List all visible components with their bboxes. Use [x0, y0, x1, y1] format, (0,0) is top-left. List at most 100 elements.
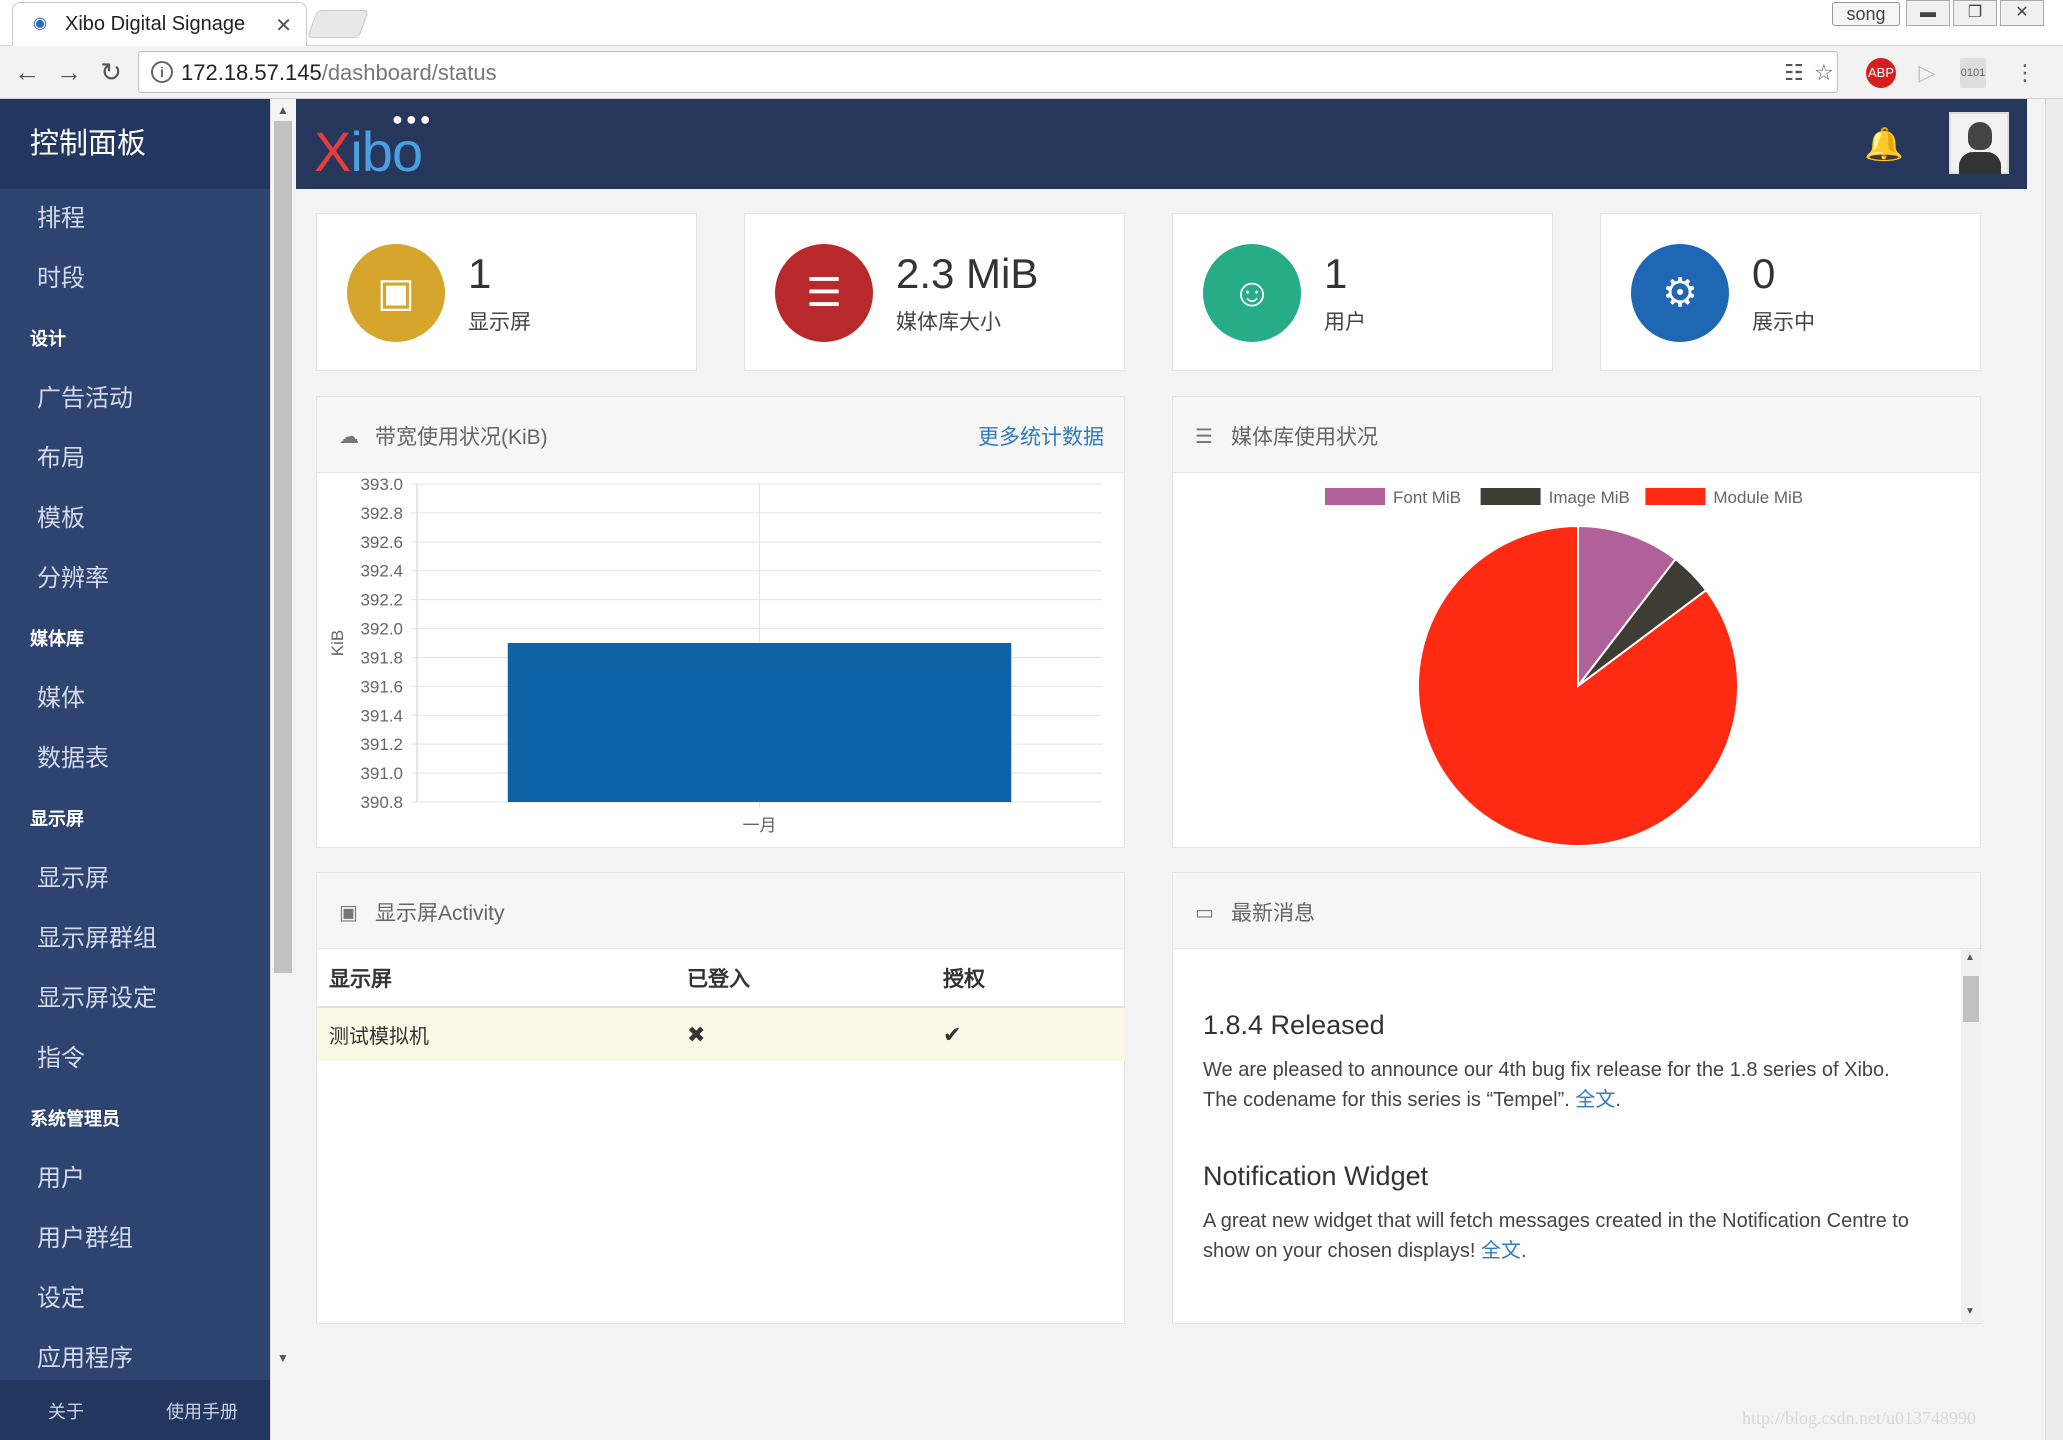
y-tick-label: 391.8	[360, 648, 403, 667]
panel-header: ☰ 媒体库使用状况	[1173, 397, 1980, 473]
server-icon: ☰	[775, 244, 873, 342]
legend-swatch	[1645, 488, 1706, 505]
y-tick-label: 392.6	[360, 533, 403, 552]
panel-title: 显示屏Activity	[375, 902, 505, 925]
column-header-authorised[interactable]: 授权	[931, 949, 1125, 1008]
stat-label: 展示中	[1752, 311, 1815, 334]
sidebar-item-resolutions[interactable]: 分辨率	[0, 549, 270, 609]
read-more-link[interactable]: 全文	[1575, 1089, 1615, 1111]
sidebar-scrollbar[interactable]: ▲ ▼	[270, 99, 294, 1440]
reload-icon[interactable]: ↻	[94, 55, 128, 89]
binary-extension-icon[interactable]: 0101	[1960, 58, 1986, 88]
adblock-icon[interactable]: ABP	[1866, 58, 1896, 88]
library-usage-panel: ☰ 媒体库使用状况 Font MiB Image MiB Module MiB	[1172, 396, 1981, 848]
legend-swatch	[1325, 488, 1385, 505]
news-title: 1.8.4 Released	[1203, 1010, 1385, 1040]
bandwidth-bar-chart: 393.0 392.8 392.6 392.4 392.2 392.0 391.8 391.6…	[328, 475, 1102, 835]
sidebar-section-design: 设计	[30, 329, 66, 349]
sidebar-item-dayparting[interactable]: 时段	[0, 249, 270, 309]
stat-value: 0	[1752, 250, 1776, 297]
cast-icon[interactable]: ▷	[1912, 58, 1942, 88]
panel-title: 最新消息	[1231, 902, 1315, 925]
column-header-logged-in[interactable]: 已登入	[675, 949, 931, 1008]
xibo-logo[interactable]: Xibo ●●●	[314, 109, 431, 184]
back-icon[interactable]: ←	[10, 55, 44, 89]
more-stats-link[interactable]: 更多统计数据	[978, 421, 1104, 451]
translate-icon[interactable]: ☷	[1784, 60, 1804, 86]
stat-card-library-size: ☰ 2.3 MiB 媒体库大小	[744, 213, 1125, 371]
sidebar-item-commands[interactable]: 指令	[0, 1029, 270, 1089]
sidebar-item-users[interactable]: 用户	[0, 1149, 270, 1209]
info-icon[interactable]: i	[151, 61, 173, 83]
sidebar-item-templates[interactable]: 模板	[0, 489, 270, 549]
news-text: A great new widget that will fetch messa…	[1203, 1210, 1909, 1262]
news-text: We are pleased to announce our 4th bug f…	[1203, 1059, 1890, 1111]
scrollbar-thumb[interactable]	[1963, 976, 1979, 1022]
gears-icon: ⚙	[1631, 244, 1729, 342]
panel-header: ▭ 最新消息	[1173, 873, 1980, 949]
sidebar-item-campaigns[interactable]: 广告活动	[0, 369, 270, 429]
scroll-down-icon[interactable]: ▼	[277, 1351, 289, 1365]
sidebar-section-displays: 显示屏	[30, 809, 84, 829]
window-close-icon[interactable]: ✕	[2000, 0, 2044, 26]
sidebar-item-display-settings[interactable]: 显示屏设定	[0, 969, 270, 1029]
bookmark-star-icon[interactable]: ☆	[1814, 60, 1834, 86]
sidebar-item-display-groups[interactable]: 显示屏群组	[0, 909, 270, 969]
sidebar-item-datasets[interactable]: 数据表	[0, 729, 270, 789]
xibo-favicon-icon: ◉	[33, 15, 47, 32]
avatar-head	[1968, 122, 1992, 150]
minimize-icon[interactable]: ▬	[1906, 0, 1950, 26]
scroll-up-icon[interactable]: ▲	[277, 103, 289, 117]
y-tick-label: 391.4	[360, 706, 403, 725]
y-tick-label: 391.2	[360, 735, 403, 754]
news-tail: .	[1615, 1089, 1621, 1111]
logo-x: X	[314, 120, 351, 183]
tab-close-icon[interactable]: ✕	[275, 13, 292, 38]
library-pie-chart: Font MiB Image MiB Module MiB	[1325, 488, 1803, 847]
stat-label: 显示屏	[468, 311, 531, 334]
stat-label: 媒体库大小	[896, 311, 1001, 334]
news-list: 1.8.4 Released We are pleased to announc…	[1173, 950, 1953, 1322]
window-controls: ▬ ❐ ✕	[1906, 0, 2056, 26]
legend-label: Module MiB	[1713, 488, 1803, 507]
sidebar-item-media[interactable]: 媒体	[0, 669, 270, 729]
y-tick-label: 392.8	[360, 504, 403, 523]
sidebar-item-user-groups[interactable]: 用户群组	[0, 1209, 270, 1269]
notification-bell-icon[interactable]: 🔔	[1864, 125, 1904, 163]
sidebar-item-layouts[interactable]: 布局	[0, 429, 270, 489]
page-scrollbar[interactable]	[2045, 99, 2063, 1440]
about-link[interactable]: 关于	[48, 1398, 84, 1424]
column-header-display[interactable]: 显示屏	[317, 949, 675, 1008]
forward-icon[interactable]: →	[52, 55, 86, 89]
scroll-down-icon[interactable]: ▼	[1965, 1306, 1975, 1317]
stat-label: 用户	[1324, 311, 1366, 334]
legend-label: Font MiB	[1393, 488, 1461, 507]
restore-icon[interactable]: ❐	[1953, 0, 1997, 26]
panel-title: 媒体库使用状况	[1231, 426, 1378, 449]
browser-tab[interactable]: ◉ Xibo Digital Signage ✕	[12, 2, 307, 46]
profile-chip[interactable]: song	[1832, 2, 1900, 26]
monitor-icon: ▣	[347, 244, 445, 342]
read-more-link[interactable]: 全文	[1481, 1240, 1521, 1262]
sidebar-item-displays[interactable]: 显示屏	[0, 849, 270, 909]
user-avatar[interactable]	[1949, 112, 2009, 174]
stat-card-now-showing: ⚙ 0 展示中	[1600, 213, 1981, 371]
new-tab-button[interactable]	[306, 10, 370, 38]
news-title: Notification Widget	[1203, 1161, 1429, 1191]
sidebar: 控制面板 排程 时段 设计 广告活动 布局 模板 分辨率 媒体库 媒体 数据表 …	[0, 99, 270, 1440]
panel-header: ▣ 显示屏Activity	[317, 873, 1124, 949]
sidebar-brand[interactable]: 控制面板	[0, 99, 270, 189]
menu-icon[interactable]: ⋮	[2010, 58, 2040, 88]
sidebar-item-settings[interactable]: 设定	[0, 1269, 270, 1329]
bandwidth-panel: ☁ 带宽使用状况(KiB) 更多统计数据 393.0 392.8 392.6 392.…	[316, 396, 1125, 848]
news-scrollbar[interactable]: ▲ ▼	[1961, 950, 1981, 1322]
stat-card-displays: ▣ 1 显示屏	[316, 213, 697, 371]
table-row[interactable]: 测试模拟机 ✖ ✔	[317, 1007, 1125, 1061]
scrollbar-thumb[interactable]	[274, 121, 292, 973]
manual-link[interactable]: 使用手册	[166, 1398, 238, 1424]
stat-value: 1	[1324, 250, 1348, 297]
sidebar-item-schedule[interactable]: 排程	[0, 189, 270, 249]
url-input[interactable]: i 172.18.57.145/dashboard/status ☷ ☆	[138, 51, 1838, 93]
scroll-up-icon[interactable]: ▲	[1965, 952, 1975, 963]
legend-swatch	[1480, 488, 1541, 505]
